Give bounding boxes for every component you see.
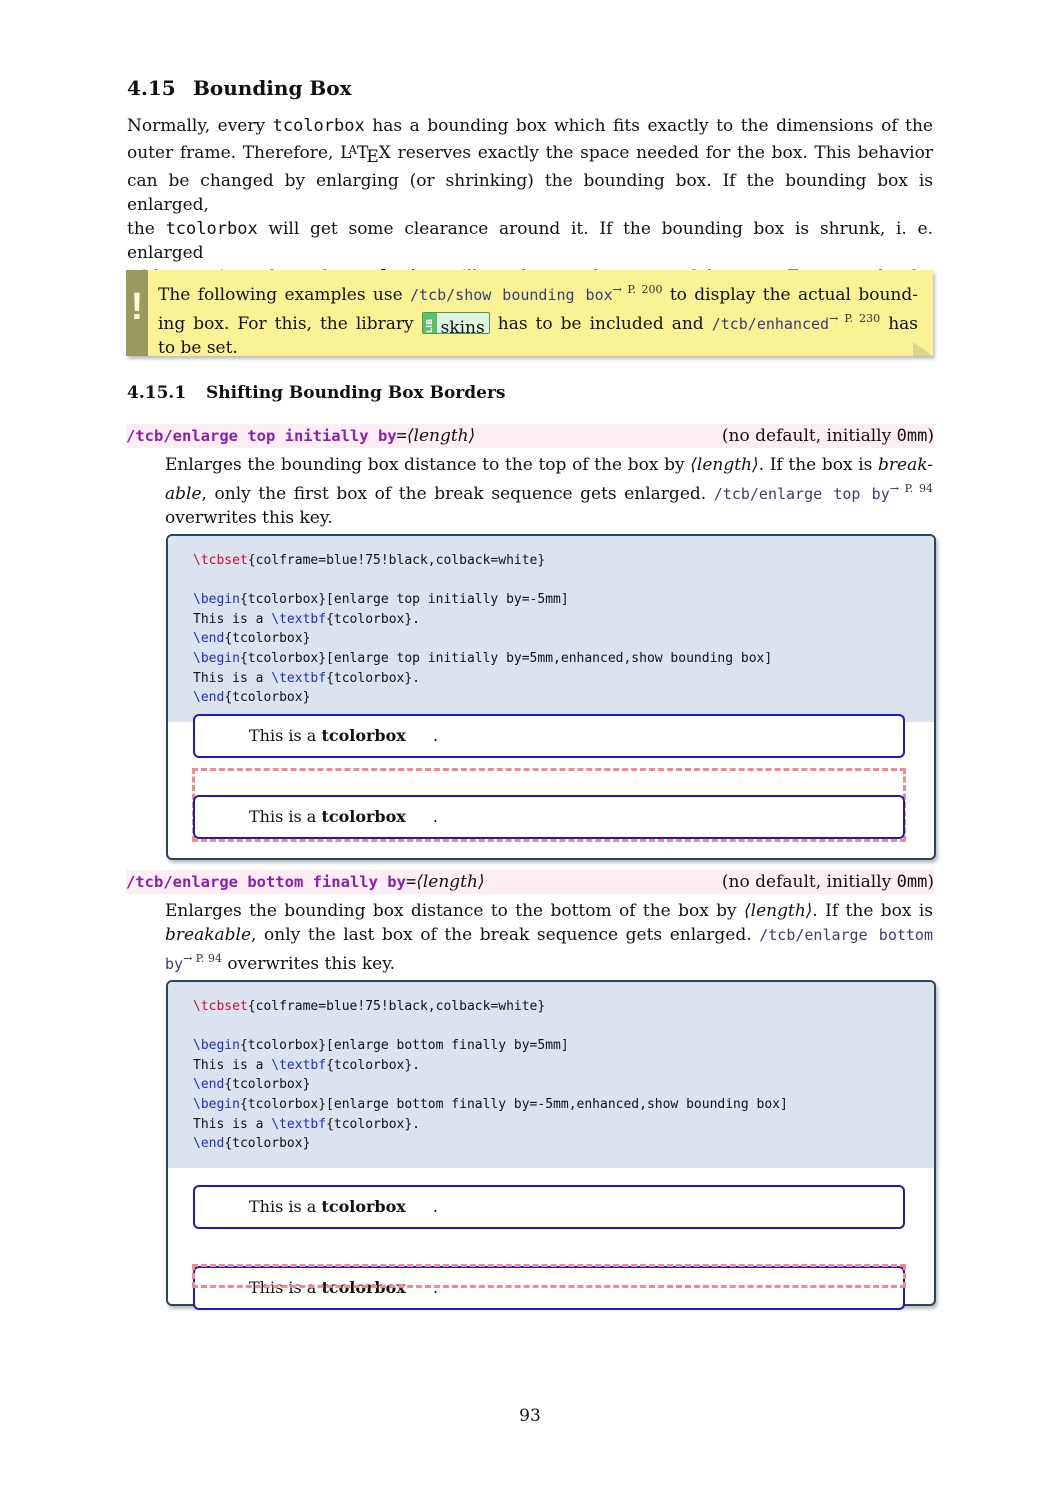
code-text: {tcolorbox}	[224, 1077, 311, 1093]
page-ref[interactable]: → P. 94	[183, 952, 222, 965]
code-text: {tcolorbox}	[224, 690, 311, 706]
code-line: \begin{tcolorbox}[enlarge bottom finally…	[193, 1038, 569, 1053]
code-line: \begin{tcolorbox}[enlarge top initially …	[193, 592, 569, 607]
subsection-number: 4.15.1	[127, 383, 187, 403]
warning-text: The following examples use /tcb/show bou…	[158, 283, 919, 358]
code-listing: \tcbset{colframe=blue!75!black,colback=w…	[168, 982, 934, 1168]
subsection-title: Shifting Bounding Box Borders	[206, 383, 506, 403]
code-text: This is a	[193, 611, 272, 627]
code-line: \begin{tcolorbox}[enlarge top initially …	[193, 651, 772, 666]
code-text: This is a	[193, 670, 272, 686]
tcolorbox-output: This is a tcolorbox.	[193, 1185, 905, 1229]
code-command: \begin	[193, 1097, 240, 1112]
code-text: {tcolorbox}.	[326, 1057, 420, 1073]
code-listing: \tcbset{colframe=blue!75!black,colback=w…	[168, 536, 934, 722]
code-command: \end	[193, 690, 225, 706]
library-badge-skins[interactable]: LIB skins	[421, 312, 490, 338]
code-line: \end{tcolorbox}	[193, 1136, 310, 1151]
key-description: Enlarges the bounding box distance to th…	[165, 455, 933, 528]
code-text: {tcolorbox}.	[326, 1116, 420, 1132]
lib-tag: LIB	[422, 313, 437, 333]
key-description: Enlarges the bounding box distance to th…	[165, 901, 934, 974]
code-command: \textbf	[271, 611, 327, 627]
code-command: \end	[193, 1136, 225, 1152]
link-enlarge-bottom-by[interactable]: by	[165, 955, 183, 973]
key-default: (no default, initially 0mm)	[721, 426, 934, 446]
code-text: {colframe=blue!75!black,colback=white}	[247, 553, 546, 568]
code-command: \begin	[193, 651, 240, 666]
key-default: (no default, initially 0mm)	[721, 872, 934, 892]
code-line: \end{tcolorbox}	[193, 690, 310, 705]
code-line: \tcbset{colframe=blue!75!black,colback=w…	[193, 999, 545, 1014]
code-line: This is a \textbf{tcolorbox}.	[193, 1058, 420, 1073]
code-text: {tcolorbox}.	[326, 670, 420, 686]
intro-line: the tcolorbox will get some clearance ar…	[127, 219, 933, 263]
code-line: \begin{tcolorbox}[enlarge bottom finally…	[193, 1097, 788, 1112]
page-ref[interactable]: → P. 200	[613, 283, 663, 296]
code-line: This is a \textbf{tcolorbox}.	[193, 1117, 420, 1132]
bounding-box-outline	[192, 1264, 906, 1288]
key-name: /tcb/enlarge bottom finally by	[126, 873, 406, 891]
code-line: \end{tcolorbox}	[193, 631, 310, 646]
page-number: 93	[519, 1406, 541, 1426]
code-line: \tcbset{colframe=blue!75!black,colback=w…	[193, 553, 545, 568]
intro-line: outer frame. Therefore, LATEX reserves e…	[127, 143, 933, 167]
key-name: /tcb/enlarge top initially by	[126, 427, 397, 445]
code-text: This is a	[193, 1116, 272, 1132]
code-text: {tcolorbox}[enlarge bottom finally by=5m…	[239, 1038, 569, 1054]
code-command: \textbf	[271, 670, 327, 686]
page-curl-corner	[913, 342, 933, 356]
section-title: Bounding Box	[193, 76, 352, 100]
code-text: {tcolorbox}.	[326, 611, 420, 627]
code-command: \tcbset	[193, 999, 248, 1014]
code-text: {tcolorbox}[enlarge top initially by=5mm…	[239, 651, 773, 666]
section-heading: 4.15 Bounding Box	[127, 76, 352, 100]
warning-box: ! The following examples use /tcb/show b…	[126, 270, 933, 358]
intro-line: can be changed by enlarging (or shrinkin…	[127, 171, 933, 215]
example-box: \tcbset{colframe=blue!75!black,colback=w…	[166, 980, 936, 1310]
code-command: \tcbset	[193, 553, 248, 568]
link-enlarge-bottom-by[interactable]: /tcb/enlarge bottom	[759, 926, 933, 944]
code-command: \begin	[193, 592, 240, 608]
code-command: \textbf	[271, 1116, 327, 1132]
section-number: 4.15	[127, 76, 176, 100]
subsection-heading: 4.15.1 Shifting Bounding Box Borders	[127, 383, 505, 403]
code-text: {tcolorbox}[enlarge bottom finally by=-5…	[239, 1097, 788, 1112]
tcolorbox-output: This is a tcolorbox.	[193, 714, 905, 758]
link-enlarge-top-by[interactable]: /tcb/enlarge top by	[714, 485, 890, 503]
code-line: This is a \textbf{tcolorbox}.	[193, 612, 420, 627]
code-text: {tcolorbox}[enlarge top initially by=-5m…	[239, 592, 569, 608]
code-command: \end	[193, 1077, 225, 1093]
link-show-bounding-box[interactable]: /tcb/show bounding box	[410, 286, 613, 304]
page-ref[interactable]: → P. 94	[890, 482, 933, 495]
intro-line: Normally, every tcolorbox has a bounding…	[127, 116, 933, 136]
code-command: \begin	[193, 1038, 240, 1054]
link-enhanced[interactable]: /tcb/enhanced	[712, 315, 829, 333]
code-text: {colframe=blue!75!black,colback=white}	[247, 999, 546, 1014]
tcolorbox-output: This is a tcolorbox.	[193, 795, 905, 839]
code-command: \end	[193, 631, 225, 647]
page-ref[interactable]: → P. 230	[829, 312, 880, 325]
key-definition-row: /tcb/enlarge bottom finally by=⟨length⟩ …	[126, 870, 934, 894]
code-text: {tcolorbox}	[224, 631, 311, 647]
code-line: This is a \textbf{tcolorbox}.	[193, 671, 420, 686]
code-text: This is a	[193, 1057, 272, 1073]
example-box: \tcbset{colframe=blue!75!black,colback=w…	[166, 534, 936, 860]
exclamation-icon: !	[130, 286, 144, 328]
key-definition-row: /tcb/enlarge top initially by=⟨length⟩ (…	[126, 424, 934, 448]
latex-logo: LATEX	[340, 143, 391, 167]
code-command: \textbf	[271, 1057, 327, 1073]
code-line: \end{tcolorbox}	[193, 1077, 310, 1092]
code-text: {tcolorbox}	[224, 1136, 311, 1152]
